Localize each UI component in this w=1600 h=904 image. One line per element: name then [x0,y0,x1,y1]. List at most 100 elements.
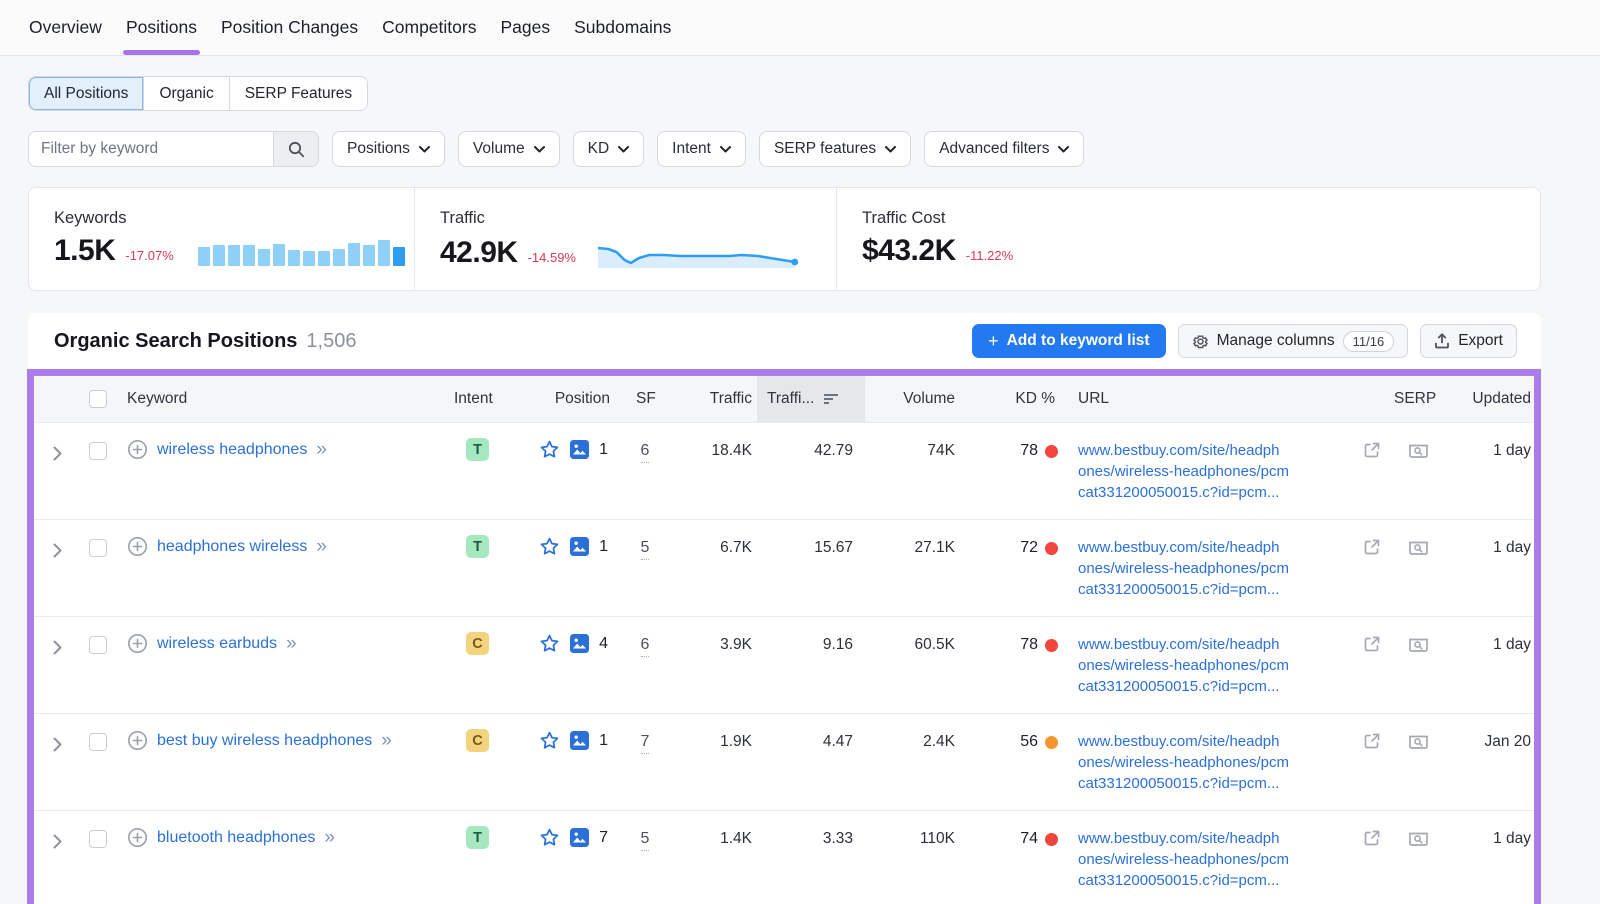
star-icon[interactable] [539,827,560,848]
keyword-detail-icon[interactable]: » [381,734,392,748]
add-keyword-icon[interactable] [127,633,148,654]
filter-kd[interactable]: KD [573,131,645,167]
sf-count[interactable]: 6 [641,442,650,463]
keyword-filter-search-button[interactable] [273,132,318,166]
keyword-filter-input[interactable] [29,132,273,166]
serp-snapshot-icon [1408,829,1429,847]
tab-overview[interactable]: Overview [28,0,103,55]
intent-badge[interactable]: T [466,438,489,461]
url-line: www.bestbuy.com/site/headph [1078,539,1280,556]
view-serp-button[interactable] [1392,520,1445,556]
sf-count[interactable]: 5 [641,539,650,560]
open-url-button[interactable] [1352,714,1392,750]
sf-count[interactable]: 6 [641,636,650,657]
column-header-kd[interactable]: KD % [962,390,1065,408]
image-serp-icon[interactable] [569,827,590,848]
filter-volume[interactable]: Volume [458,131,560,167]
column-header-intent[interactable]: Intent [445,390,510,408]
keyword-link[interactable]: best buy wireless headphones [157,732,372,750]
sf-count[interactable]: 7 [641,733,650,754]
plus-icon: + [988,331,999,352]
view-serp-button[interactable] [1392,617,1445,653]
table-body: wireless headphones » T 1 6 18.4K 42.79 … [34,422,1534,904]
tab-pages[interactable]: Pages [499,0,551,55]
add-keyword-icon[interactable] [127,536,148,557]
keyword-link[interactable]: wireless earbuds [157,635,277,653]
column-header-keyword[interactable]: Keyword [115,390,445,408]
keyword-link[interactable]: wireless headphones [157,441,307,459]
column-header-updated[interactable]: Updated [1445,390,1545,408]
image-serp-icon[interactable] [569,439,590,460]
keyword-detail-icon[interactable]: » [286,637,297,651]
row-expand-button[interactable] [34,520,80,558]
row-checkbox[interactable] [89,636,107,654]
star-icon[interactable] [539,536,560,557]
row-expand-button[interactable] [34,811,80,849]
image-serp-icon[interactable] [569,730,590,751]
select-all-checkbox[interactable] [89,390,107,408]
segment-serp-features[interactable]: SERP Features [230,77,367,110]
column-header-url[interactable]: URL [1065,390,1352,408]
manage-columns-button[interactable]: Manage columns 11/16 [1178,324,1409,358]
keyword-link[interactable]: bluetooth headphones [157,829,315,847]
add-keyword-icon[interactable] [127,730,148,751]
column-header-sf[interactable]: SF [620,390,670,408]
keyword-detail-icon[interactable]: » [316,540,327,554]
column-header-serp[interactable]: SERP [1392,390,1445,408]
filter-serp-features[interactable]: SERP features [759,131,911,167]
intent-badge[interactable]: C [466,729,489,752]
row-expand-button[interactable] [34,423,80,461]
row-expand-button[interactable] [34,617,80,655]
result-url-link[interactable]: www.bestbuy.com/site/headphones/wireless… [1078,442,1289,501]
image-serp-icon[interactable] [569,536,590,557]
view-serp-button[interactable] [1392,423,1445,459]
result-url-link[interactable]: www.bestbuy.com/site/headphones/wireless… [1078,636,1289,695]
open-url-button[interactable] [1352,520,1392,556]
open-url-button[interactable] [1352,617,1392,653]
column-header-traffic-pct[interactable]: Traffi... [757,376,865,422]
summary-stats-card: Keywords 1.5K -17.07% Traffic 42.9K -14.… [28,187,1541,291]
serp-snapshot-icon [1408,538,1429,556]
keyword-link[interactable]: headphones wireless [157,538,307,556]
tab-position-changes[interactable]: Position Changes [220,0,359,55]
filter-advanced[interactable]: Advanced filters [924,131,1084,167]
add-to-keyword-list-button[interactable]: + Add to keyword list [972,324,1165,358]
filter-intent[interactable]: Intent [657,131,746,167]
keyword-detail-icon[interactable]: » [324,831,335,845]
view-serp-button[interactable] [1392,714,1445,750]
segment-all-positions[interactable]: All Positions [29,77,144,110]
result-url-link[interactable]: www.bestbuy.com/site/headphones/wireless… [1078,539,1289,598]
segment-organic[interactable]: Organic [144,77,229,110]
row-checkbox[interactable] [89,539,107,557]
intent-badge[interactable]: T [466,826,489,849]
filter-positions[interactable]: Positions [332,131,445,167]
column-header-traffic[interactable]: Traffic [670,390,757,408]
add-keyword-icon[interactable] [127,827,148,848]
open-url-button[interactable] [1352,811,1392,847]
star-icon[interactable] [539,439,560,460]
result-url-link[interactable]: www.bestbuy.com/site/headphones/wireless… [1078,830,1289,889]
column-header-volume[interactable]: Volume [865,390,962,408]
star-icon[interactable] [539,730,560,751]
row-checkbox[interactable] [89,733,107,751]
traffic-value: 3.9K [670,617,757,654]
row-checkbox[interactable] [89,442,107,460]
open-url-button[interactable] [1352,423,1392,459]
tab-positions[interactable]: Positions [125,0,198,55]
sf-count[interactable]: 5 [641,830,650,851]
intent-badge[interactable]: T [466,535,489,558]
position-value: 1 [599,538,608,556]
image-serp-icon[interactable] [569,633,590,654]
row-checkbox[interactable] [89,830,107,848]
column-header-position[interactable]: Position [510,390,620,408]
add-keyword-icon[interactable] [127,439,148,460]
intent-badge[interactable]: C [466,632,489,655]
row-expand-button[interactable] [34,714,80,752]
keyword-detail-icon[interactable]: » [316,443,327,457]
star-icon[interactable] [539,633,560,654]
tab-competitors[interactable]: Competitors [381,0,477,55]
export-button[interactable]: Export [1420,324,1517,358]
view-serp-button[interactable] [1392,811,1445,847]
tab-subdomains[interactable]: Subdomains [573,0,672,55]
result-url-link[interactable]: www.bestbuy.com/site/headphones/wireless… [1078,733,1289,792]
